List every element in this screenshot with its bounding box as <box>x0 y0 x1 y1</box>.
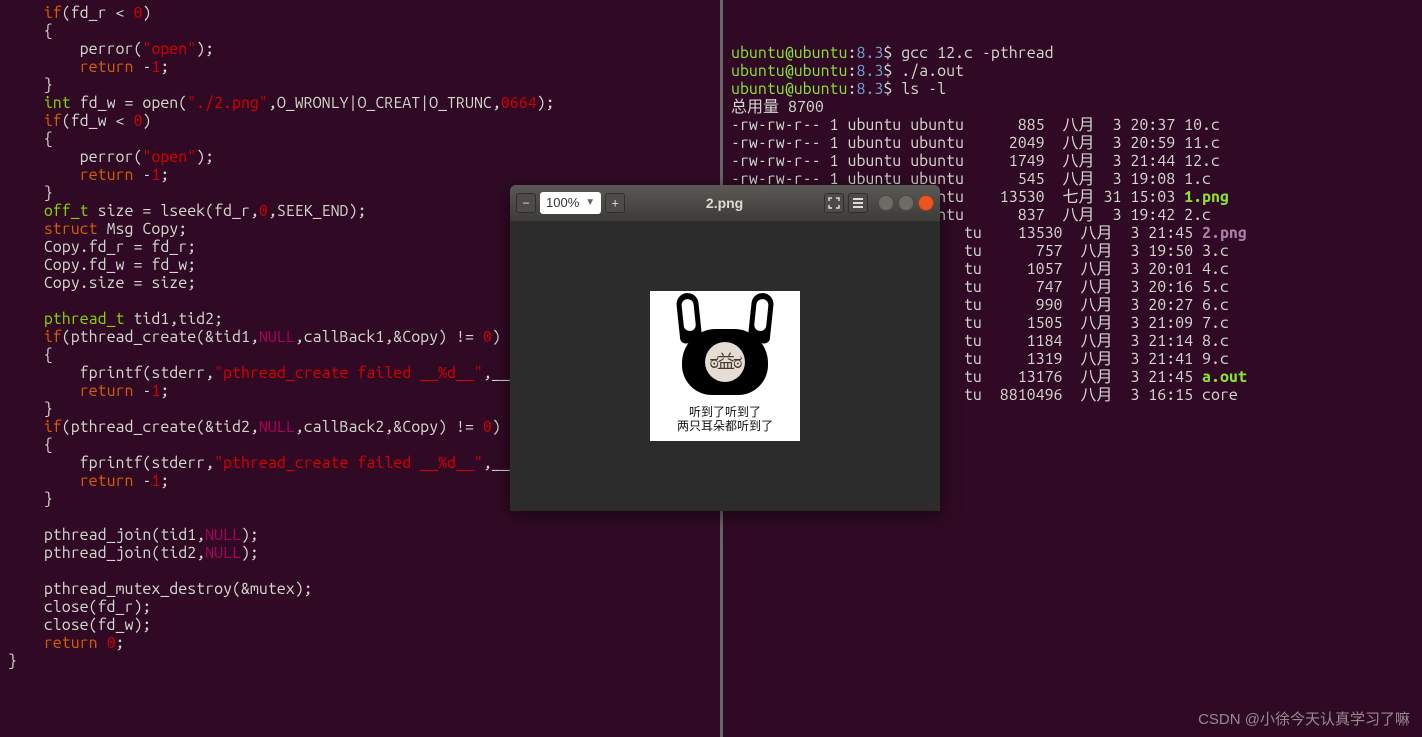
image-caption-1: 听到了听到了 <box>650 405 800 419</box>
displayed-image: ಠ益ಠ 听到了听到了 两只耳朵都听到了 <box>650 291 800 441</box>
close-button[interactable] <box>918 195 934 211</box>
zoom-level-select[interactable]: 100% ▼ <box>540 192 601 214</box>
watermark: CSDN @小徐今天认真学习了嘛 <box>1198 711 1410 729</box>
image-caption-2: 两只耳朵都听到了 <box>650 419 800 433</box>
image-viewer-window[interactable]: − 100% ▼ + 2.png ಠ益ಠ 听到了听到了 两只耳朵都听到了 <box>510 185 940 511</box>
minimize-button[interactable] <box>878 195 894 211</box>
viewer-title: 2.png <box>629 194 820 212</box>
window-controls <box>878 195 934 211</box>
chevron-down-icon: ▼ <box>585 194 595 212</box>
viewer-titlebar[interactable]: − 100% ▼ + 2.png <box>510 185 940 221</box>
maximize-button[interactable] <box>898 195 914 211</box>
hamburger-icon[interactable] <box>848 193 868 213</box>
zoom-out-button[interactable]: − <box>516 193 536 213</box>
viewer-canvas[interactable]: ಠ益ಠ 听到了听到了 两只耳朵都听到了 <box>510 221 940 511</box>
zoom-value: 100% <box>546 194 579 212</box>
fullscreen-icon[interactable] <box>824 193 844 213</box>
zoom-in-button[interactable]: + <box>605 193 625 213</box>
